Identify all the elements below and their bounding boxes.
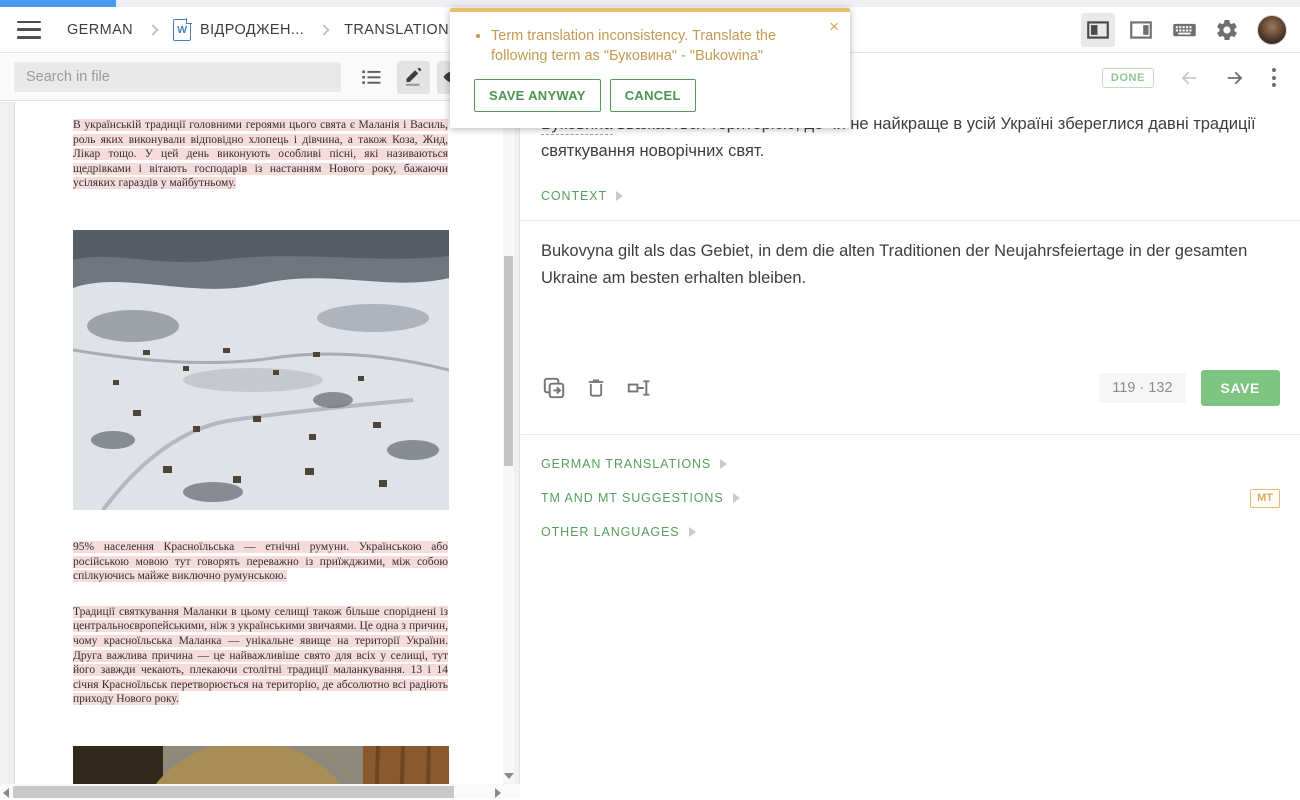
context-toggle[interactable]: CONTEXT (541, 189, 1300, 203)
copy-source-button[interactable] (541, 375, 567, 401)
breadcrumb-file-label: ВІДРОДЖЕН... (200, 22, 304, 38)
gear-icon (1215, 18, 1239, 42)
term-inconsistency-popup: × Term translation inconsistency. Transl… (450, 8, 850, 128)
search-input[interactable] (14, 62, 341, 92)
layout-left-panel-button[interactable] (1081, 13, 1115, 47)
more-options-button[interactable] (1272, 67, 1276, 89)
document-preview[interactable]: В українській традиції головними героями… (0, 102, 520, 784)
list-icon (358, 64, 384, 90)
layout-right-panel-button[interactable] (1124, 13, 1158, 47)
word-file-icon: W (173, 19, 191, 41)
section-label: TM AND MT SUGGESTIONS (541, 491, 724, 505)
document-paragraph[interactable]: Традиції святкування Маланки в цьому сел… (73, 605, 448, 707)
section-german-translations[interactable]: GERMAN TRANSLATIONS (521, 447, 1300, 481)
horizontal-scrollbar[interactable] (0, 784, 520, 799)
chevron-right-icon (318, 24, 329, 35)
source-char-count: 119 (1112, 380, 1135, 396)
translation-progress-bar (0, 0, 116, 7)
panel-left-icon (1085, 17, 1111, 43)
mt-badge: MT (1250, 489, 1280, 508)
scroll-down-arrow-icon[interactable] (504, 773, 514, 779)
section-other-languages[interactable]: OTHER LANGUAGES (521, 515, 1300, 549)
copy-source-icon (541, 375, 567, 401)
scroll-right-arrow-icon[interactable] (495, 788, 501, 798)
clear-translation-button[interactable] (625, 375, 653, 401)
breadcrumb-language[interactable]: GERMAN (67, 22, 133, 38)
scroll-left-arrow-icon[interactable] (3, 788, 9, 798)
translation-block: Bukovyna gilt als das Gebiet, in dem die… (521, 221, 1300, 341)
expand-arrow-icon (616, 191, 623, 201)
arrow-left-icon (1178, 67, 1200, 89)
editor-panel: Буковина вважається територією, де чи не… (521, 102, 1300, 800)
delete-translation-button[interactable] (584, 375, 608, 401)
cancel-button[interactable]: CANCEL (610, 79, 696, 112)
horizontal-scrollbar-thumb[interactable] (13, 786, 454, 798)
expand-arrow-icon (689, 527, 696, 537)
chevron-right-icon (147, 24, 158, 35)
save-anyway-button[interactable]: SAVE ANYWAY (474, 79, 601, 112)
trash-icon (584, 375, 608, 401)
user-avatar[interactable] (1257, 15, 1287, 45)
file-toolbar (0, 54, 520, 101)
expand-arrow-icon (720, 459, 727, 469)
status-badge: DONE (1102, 68, 1154, 88)
pencil-icon (402, 65, 426, 89)
keyboard-shortcuts-button[interactable] (1167, 13, 1201, 47)
panel-right-icon (1128, 17, 1154, 43)
vertical-scrollbar-thumb[interactable] (504, 256, 513, 466)
section-label: OTHER LANGUAGES (541, 525, 680, 539)
expand-arrow-icon (733, 493, 740, 503)
section-label: GERMAN TRANSLATIONS (541, 457, 711, 471)
hamburger-menu-icon[interactable] (17, 21, 41, 39)
next-string-button[interactable] (1224, 67, 1246, 89)
char-counter: 119 · 132 (1099, 373, 1185, 403)
document-page: В українській традиції головними героями… (14, 102, 503, 784)
strings-list-button[interactable] (354, 61, 387, 94)
section-tm-mt-suggestions[interactable]: TM AND MT SUGGESTIONS MT (521, 481, 1300, 515)
header-actions (1081, 13, 1287, 47)
popup-message-list: Term translation inconsistency. Translat… (474, 26, 794, 66)
paragraph-text: 95% населення Красноїльська — етнічні ру… (73, 541, 448, 582)
breadcrumb-file[interactable]: W ВІДРОДЖЕН... (173, 19, 304, 41)
arrow-right-icon (1224, 67, 1246, 89)
save-button[interactable]: SAVE (1201, 370, 1281, 406)
text-cursor-icon (625, 375, 653, 401)
context-label: CONTEXT (541, 189, 607, 203)
paragraph-text: В українській традиції головними героями… (73, 119, 448, 189)
document-paragraph[interactable]: В українській традиції головними героями… (73, 118, 448, 191)
top-strip (0, 0, 1300, 7)
aerial-winter-village-photo (73, 230, 449, 510)
breadcrumb-section[interactable]: TRANSLATION (344, 22, 449, 38)
translation-input[interactable]: Bukovyna gilt als das Gebiet, in dem die… (541, 238, 1280, 292)
target-char-count: 132 (1148, 380, 1172, 396)
translation-actions: 119 · 132 SAVE (521, 341, 1300, 434)
divider (521, 434, 1300, 435)
popup-message: Term translation inconsistency. Translat… (491, 26, 794, 66)
vertical-scrollbar[interactable] (503, 102, 514, 783)
close-icon[interactable]: × (829, 18, 839, 35)
previous-string-button[interactable] (1178, 67, 1200, 89)
edit-mode-button[interactable] (397, 61, 430, 94)
paragraph-text: Традиції святкування Маланки в цьому сел… (73, 606, 448, 706)
keyboard-icon (1171, 16, 1198, 43)
popup-buttons: SAVE ANYWAY CANCEL (474, 79, 830, 112)
document-paragraph[interactable]: 95% населення Красноїльська — етнічні ру… (73, 540, 448, 584)
settings-button[interactable] (1210, 13, 1244, 47)
counter-separator: · (1139, 380, 1144, 396)
barn-interior-photo (73, 746, 449, 784)
